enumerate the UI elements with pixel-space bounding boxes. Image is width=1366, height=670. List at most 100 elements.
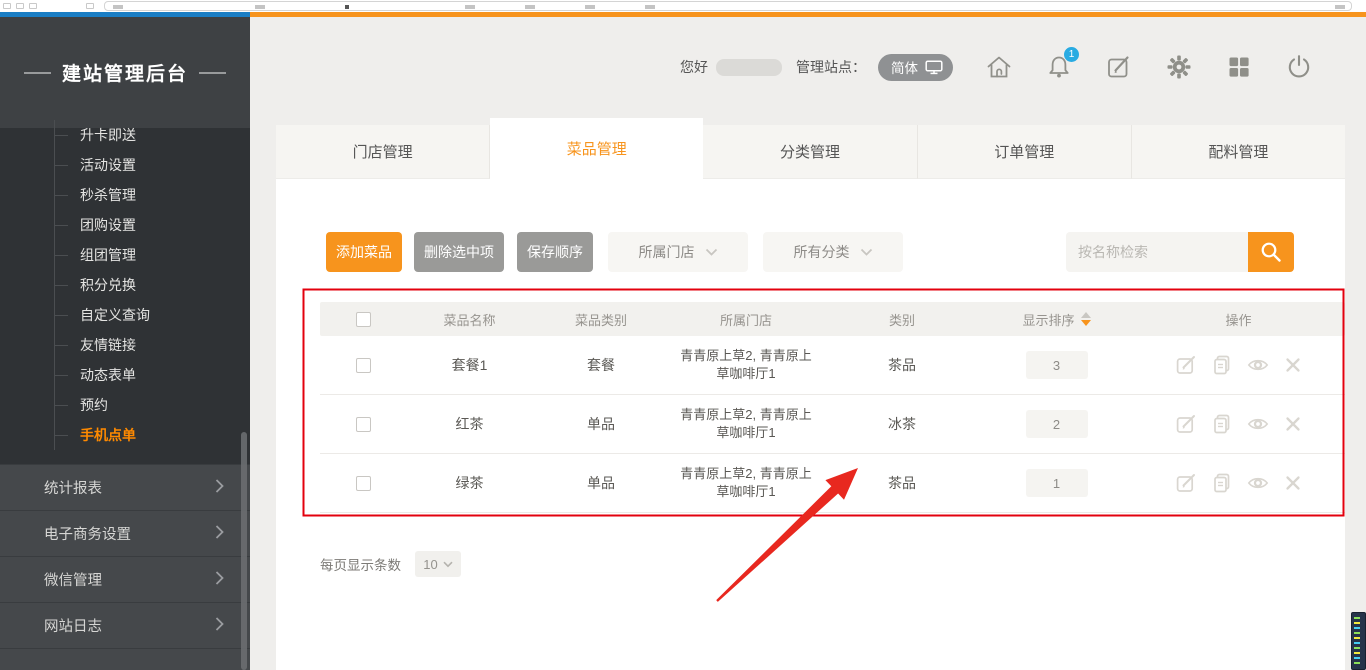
dish-name: 红茶 (406, 414, 533, 434)
app-title: 建站管理后台 (13, 59, 237, 86)
minimap-markers (1354, 617, 1360, 667)
dish-stores: 青青原上草2, 青青原上草咖啡厅1 (669, 406, 823, 442)
table-header-row: 菜品名称 菜品类别 所属门店 类别 显示排序 操作 (320, 302, 1345, 336)
sidebar-scrollbar[interactable] (241, 432, 247, 670)
browser-address-bar[interactable] (104, 1, 1352, 11)
table-row: 绿茶 单品 青青原上草2, 青青原上草咖啡厅1 茶品 1 (320, 454, 1345, 513)
view-icon[interactable] (1247, 472, 1269, 494)
row-actions (1132, 472, 1345, 494)
logout-button[interactable] (1285, 53, 1313, 81)
dish-type: 单品 (533, 473, 669, 493)
chevron-right-icon (215, 478, 224, 498)
edit-icon[interactable] (1175, 354, 1197, 376)
apps-button[interactable] (1225, 53, 1253, 81)
dish-name: 绿茶 (406, 473, 533, 493)
sidebar-group-site-log[interactable]: 网站日志 (0, 602, 250, 648)
search-button[interactable] (1248, 232, 1294, 272)
chevron-right-icon (215, 570, 224, 590)
save-order-button[interactable]: 保存顺序 (517, 232, 593, 272)
row-checkbox[interactable] (356, 417, 371, 432)
sidebar-groups: 统计报表 电子商务设置 微信管理 网站日志 (0, 464, 250, 670)
tab-dish-management[interactable]: 菜品管理 (490, 118, 703, 179)
dish-type: 单品 (533, 414, 669, 434)
browser-control[interactable] (16, 3, 24, 9)
power-icon (1285, 53, 1313, 81)
language-pill[interactable]: 简体 (878, 54, 953, 81)
col-display-order[interactable]: 显示排序 (981, 310, 1132, 329)
sidebar-submenu: 升卡即送 活动设置 秒杀管理 团购设置 组团管理 积分兑换 自定义查询 友情链接… (0, 120, 250, 450)
title-dash-left (24, 72, 51, 74)
delete-icon[interactable] (1283, 355, 1303, 375)
sidebar-item-dynamic-form[interactable]: 动态表单 (0, 360, 250, 390)
order-input[interactable]: 1 (1026, 469, 1088, 497)
sidebar-item-friend-links[interactable]: 友情链接 (0, 330, 250, 360)
dish-stores: 青青原上草2, 青青原上草咖啡厅1 (669, 347, 823, 383)
tab-category-management[interactable]: 分类管理 (703, 125, 917, 179)
sort-control[interactable] (1081, 312, 1091, 326)
settings-button[interactable] (1165, 53, 1193, 81)
select-all-checkbox[interactable] (356, 312, 371, 327)
sidebar-group-ecommerce[interactable]: 电子商务设置 (0, 510, 250, 556)
monitor-icon (925, 60, 943, 75)
grid-icon (1225, 53, 1253, 81)
sidebar-item-upgrade-gift[interactable]: 升卡即送 (0, 120, 250, 150)
edit-square-icon (1105, 53, 1133, 81)
copy-icon[interactable] (1211, 472, 1233, 494)
sidebar-item-reservation[interactable]: 预约 (0, 390, 250, 420)
sidebar-item-activity-settings[interactable]: 活动设置 (0, 150, 250, 180)
title-dash-right (199, 72, 226, 74)
compose-button[interactable] (1105, 53, 1133, 81)
table-row: 套餐1 套餐 青青原上草2, 青青原上草咖啡厅1 茶品 3 (320, 336, 1345, 395)
delete-icon[interactable] (1283, 473, 1303, 493)
site-label: 管理站点： (796, 57, 866, 77)
copy-icon[interactable] (1211, 354, 1233, 376)
tab-order-management[interactable]: 订单管理 (918, 125, 1132, 179)
dish-category: 茶品 (823, 355, 981, 375)
sidebar-item-custom-query[interactable]: 自定义查询 (0, 300, 250, 330)
app-title-text: 建站管理后台 (62, 59, 188, 86)
notification-badge: 1 (1064, 47, 1079, 62)
dish-category: 冰茶 (823, 414, 981, 434)
sidebar-item-points-exchange[interactable]: 积分兑换 (0, 270, 250, 300)
order-input[interactable]: 2 (1026, 410, 1088, 438)
home-button[interactable] (985, 53, 1013, 81)
store-filter-dropdown[interactable]: 所属门店 (608, 232, 748, 272)
col-actions: 操作 (1132, 310, 1345, 329)
chevron-down-icon (705, 248, 718, 256)
delete-selected-button[interactable]: 删除选中项 (414, 232, 504, 272)
sidebar-item-group-manage[interactable]: 组团管理 (0, 240, 250, 270)
sidebar-group-wechat[interactable]: 微信管理 (0, 556, 250, 602)
sidebar-group-statistics[interactable]: 统计报表 (0, 464, 250, 510)
row-checkbox[interactable] (356, 476, 371, 491)
edit-icon[interactable] (1175, 413, 1197, 435)
row-actions (1132, 354, 1345, 376)
copy-icon[interactable] (1211, 413, 1233, 435)
dish-type: 套餐 (533, 355, 669, 375)
sidebar-item-flash-sale[interactable]: 秒杀管理 (0, 180, 250, 210)
sort-desc-icon[interactable] (1081, 320, 1091, 326)
tab-ingredient-management[interactable]: 配料管理 (1132, 125, 1345, 179)
home-icon (985, 53, 1013, 81)
tab-store-management[interactable]: 门店管理 (276, 125, 490, 179)
sidebar: 建站管理后台 升卡即送 活动设置 秒杀管理 团购设置 组团管理 积分兑换 自定义… (0, 17, 250, 670)
notifications-button[interactable]: 1 (1045, 53, 1073, 81)
page-size-select[interactable]: 10 (415, 551, 461, 577)
category-filter-dropdown[interactable]: 所有分类 (763, 232, 903, 272)
browser-control[interactable] (86, 3, 94, 9)
delete-icon[interactable] (1283, 414, 1303, 434)
browser-control[interactable] (29, 3, 37, 9)
search-input[interactable] (1066, 232, 1248, 272)
browser-control[interactable] (3, 3, 11, 9)
row-checkbox[interactable] (356, 358, 371, 373)
view-icon[interactable] (1247, 354, 1269, 376)
sidebar-filler (0, 648, 250, 670)
edit-icon[interactable] (1175, 472, 1197, 494)
chevron-right-icon (215, 524, 224, 544)
sort-asc-icon[interactable] (1081, 312, 1091, 318)
view-icon[interactable] (1247, 413, 1269, 435)
add-dish-button[interactable]: 添加菜品 (326, 232, 402, 272)
sidebar-item-group-buy[interactable]: 团购设置 (0, 210, 250, 240)
scrollbar-minimap[interactable] (1351, 612, 1366, 670)
sidebar-item-mobile-ordering[interactable]: 手机点单 (0, 420, 250, 450)
order-input[interactable]: 3 (1026, 351, 1088, 379)
